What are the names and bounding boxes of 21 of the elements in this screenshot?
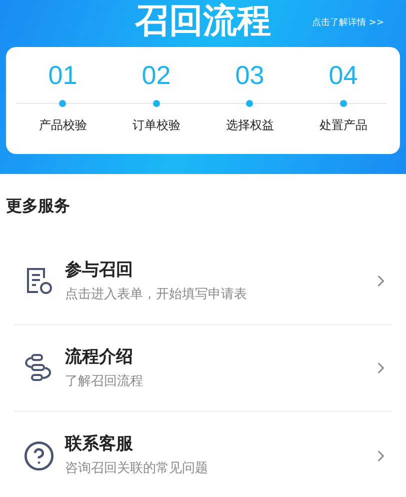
service-title: 参与召回 — [65, 258, 134, 280]
service-subtitle: 咨询召回关联的常见问题 — [65, 460, 209, 478]
service-subtitle: 了解召回流程 — [65, 372, 144, 390]
service-item[interactable]: 参与召回 点击进入表单，开始填写申请表 — [14, 238, 392, 325]
step-label: 订单校验 — [132, 117, 180, 134]
step-number: 02 — [142, 60, 171, 90]
service-subtitle: 点击进入表单，开始填写申请表 — [65, 286, 248, 304]
service-item[interactable]: 流程介绍 了解召回流程 — [14, 325, 392, 412]
step-number: 03 — [235, 60, 264, 90]
form-icon — [24, 266, 54, 296]
step-label: 处置产品 — [319, 117, 368, 134]
step-number: 04 — [328, 60, 358, 90]
step-label: 产品校验 — [38, 117, 87, 134]
service-item[interactable]: 联系客服 咨询召回关联的常见问题 — [14, 412, 392, 497]
service-title: 流程介绍 — [65, 346, 134, 368]
step-label: 选择权益 — [226, 117, 274, 134]
banner-title: 召回流程 — [135, 1, 271, 41]
section-heading: 更多服务 — [5, 195, 71, 217]
step-number: 01 — [48, 60, 78, 90]
service-title: 联系客服 — [65, 433, 134, 455]
help-icon — [23, 440, 55, 472]
